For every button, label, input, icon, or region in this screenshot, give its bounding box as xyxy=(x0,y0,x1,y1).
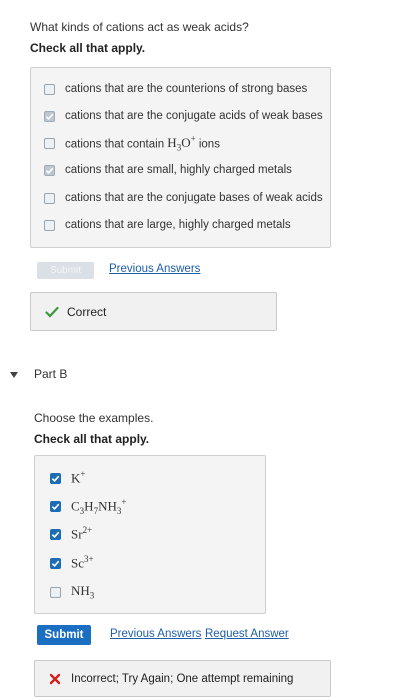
part-b-option-2[interactable]: C3H7NH3+ xyxy=(50,497,126,515)
checkbox[interactable] xyxy=(44,137,55,149)
option-label: cations that are the counterions of stro… xyxy=(65,83,308,95)
checkbox[interactable] xyxy=(50,586,61,598)
option-formula: K+ xyxy=(71,469,86,486)
checkbox-checked[interactable] xyxy=(50,557,61,569)
check-icon xyxy=(45,113,54,120)
part-b-question: Choose the examples. xyxy=(34,411,154,425)
checkbox-checked[interactable] xyxy=(44,110,55,122)
feedback-text: Incorrect; Try Again; One attempt remain… xyxy=(71,672,294,685)
option-formula: NH3 xyxy=(71,583,95,601)
cross-icon xyxy=(49,673,61,684)
part-a-submit-button[interactable]: Submit xyxy=(37,262,94,279)
part-a-question: What kinds of cations act as weak acids? xyxy=(30,20,249,34)
feedback-text: Correct xyxy=(67,304,107,319)
option-label: cations that are large, highly charged m… xyxy=(65,219,291,231)
checkmark-icon xyxy=(45,306,59,318)
checkbox[interactable] xyxy=(44,192,55,204)
part-b-feedback: Incorrect; Try Again; One attempt remain… xyxy=(34,660,331,697)
check-icon xyxy=(45,167,54,174)
check-icon xyxy=(51,503,60,510)
part-a-instruction: Check all that apply. xyxy=(30,41,146,55)
part-b-request-answer-link[interactable]: Request Answer xyxy=(205,628,289,640)
option-label: cations that are small, highly charged m… xyxy=(65,164,292,176)
checkbox[interactable] xyxy=(44,219,55,231)
part-a-previous-answers-link[interactable]: Previous Answers xyxy=(109,263,200,275)
part-b-header[interactable]: Part B xyxy=(34,367,67,381)
part-a-option-1[interactable]: cations that are the counterions of stro… xyxy=(44,80,307,98)
option-formula: Sc3+ xyxy=(71,554,94,571)
part-b-option-1[interactable]: K+ xyxy=(50,469,85,487)
part-b-option-5[interactable]: NH3 xyxy=(50,583,94,601)
checkbox-checked[interactable] xyxy=(50,500,61,512)
check-icon xyxy=(51,531,60,538)
part-b-instruction: Check all that apply. xyxy=(34,432,150,446)
check-icon xyxy=(51,560,60,567)
part-b-option-4[interactable]: Sc3+ xyxy=(50,554,94,572)
option-label: cations that are the conjugate acids of … xyxy=(65,110,323,122)
part-a-option-2[interactable]: cations that are the conjugate acids of … xyxy=(44,107,323,125)
option-formula: C3H7NH3+ xyxy=(71,496,127,516)
option-formula: Sr2+ xyxy=(71,525,93,542)
part-b-previous-answers-link[interactable]: Previous Answers xyxy=(110,628,201,640)
part-b-submit-button[interactable]: Submit xyxy=(37,625,91,645)
part-a-option-6[interactable]: cations that are large, highly charged m… xyxy=(44,216,291,234)
option-label: cations that contain H3O+ ions xyxy=(65,133,220,153)
checkbox[interactable] xyxy=(44,83,55,95)
part-a-option-5[interactable]: cations that are the conjugate bases of … xyxy=(44,189,323,207)
option-label: cations that are the conjugate bases of … xyxy=(65,192,323,204)
part-a-option-4[interactable]: cations that are small, highly charged m… xyxy=(44,161,292,179)
checkbox-checked[interactable] xyxy=(50,472,61,484)
checkbox-checked[interactable] xyxy=(44,164,55,176)
checkbox-checked[interactable] xyxy=(50,528,61,540)
part-a-feedback: Correct xyxy=(30,292,277,331)
collapse-triangle-icon[interactable] xyxy=(10,372,18,378)
part-a-option-3[interactable]: cations that contain H3O+ ions xyxy=(44,134,220,152)
part-b-option-3[interactable]: Sr2+ xyxy=(50,525,92,543)
check-icon xyxy=(51,475,60,482)
